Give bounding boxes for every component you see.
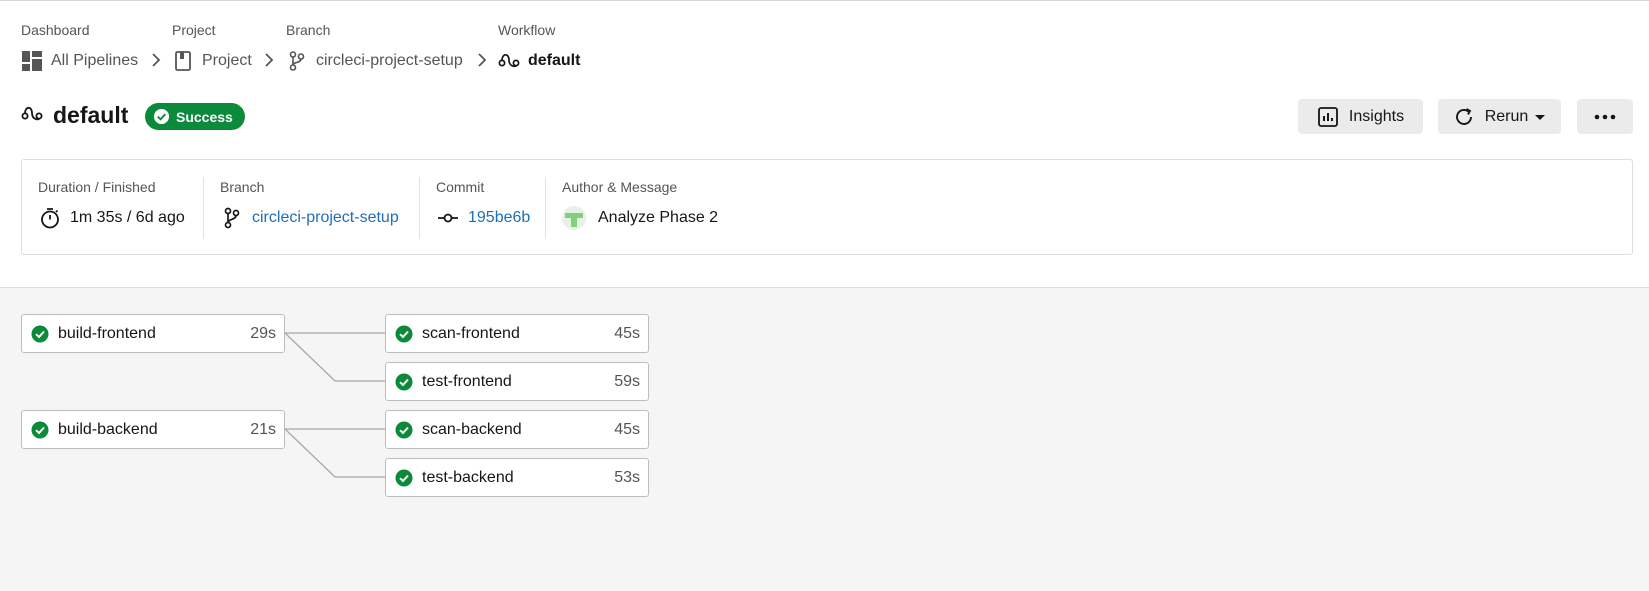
- crumb-project: Project: [172, 22, 216, 38]
- check-circle-icon: [395, 469, 413, 487]
- author-caption: Author & Message: [562, 179, 678, 195]
- dashboard-icon: [21, 50, 43, 72]
- job-card[interactable]: scan-backend 45s: [385, 410, 649, 449]
- workflow-icon: [21, 106, 43, 121]
- branch-caption: Branch: [220, 179, 265, 195]
- job-duration: 59s: [614, 372, 640, 390]
- chevron-right-icon: [265, 53, 274, 67]
- rerun-button[interactable]: Rerun: [1438, 99, 1561, 134]
- check-circle-icon: [395, 325, 413, 343]
- git-branch-icon: [220, 206, 244, 230]
- branch-link[interactable]: circleci-project-setup: [252, 209, 399, 227]
- divider: [419, 177, 420, 239]
- refresh-icon: [1453, 106, 1475, 128]
- git-branch-icon: [286, 50, 308, 72]
- crumb-link-all-pipelines[interactable]: All Pipelines: [21, 50, 138, 72]
- status-badge-label: Success: [176, 108, 233, 125]
- more-horizontal-icon: [1594, 114, 1616, 119]
- page-title: default: [53, 102, 129, 128]
- job-name: test-frontend: [422, 372, 512, 390]
- check-circle-icon: [395, 421, 413, 439]
- job-duration: 53s: [614, 468, 640, 486]
- commit-link[interactable]: 195be6b: [468, 209, 530, 227]
- branch-value-row: circleci-project-setup: [220, 206, 399, 230]
- commit-message: Analyze Phase 2: [598, 209, 719, 226]
- workflow-icon: [498, 50, 520, 72]
- crumb-dashboard: Dashboard: [21, 22, 90, 38]
- check-circle-icon: [395, 373, 413, 391]
- duration-caption: Duration / Finished: [38, 179, 156, 195]
- check-circle-icon: [31, 421, 49, 439]
- crumb-link-branch[interactable]: circleci-project-setup: [286, 50, 463, 72]
- check-circle-icon: [31, 325, 49, 343]
- job-card[interactable]: scan-frontend 45s: [385, 314, 649, 353]
- crumb-label-workflow: default: [528, 52, 581, 69]
- crumb-label-project: Project: [202, 52, 252, 69]
- rerun-button-label: Rerun: [1484, 107, 1529, 125]
- crumb-label-branch: circleci-project-setup: [316, 52, 463, 69]
- crumb-category-branch: Branch: [286, 22, 331, 38]
- workflow-info-card: Duration / Finished 1m 35s / 6d ago Bran…: [21, 159, 1633, 255]
- stopwatch-icon: [38, 206, 62, 230]
- job-duration: 29s: [250, 324, 276, 342]
- job-duration: 45s: [614, 420, 640, 438]
- project-book-icon: [172, 50, 194, 72]
- crumb-category-project: Project: [172, 22, 216, 38]
- insights-button-label: Insights: [1348, 107, 1405, 125]
- chevron-right-icon: [478, 53, 487, 67]
- job-card[interactable]: build-frontend 29s: [21, 314, 285, 353]
- divider: [203, 177, 204, 239]
- commit-caption: Commit: [436, 179, 485, 195]
- job-card[interactable]: test-backend 53s: [385, 458, 649, 497]
- avatar[interactable]: [562, 206, 586, 230]
- more-options-button[interactable]: [1577, 99, 1633, 134]
- job-name: scan-frontend: [422, 324, 520, 342]
- top-divider: [0, 0, 1649, 1]
- caret-down-icon: [1535, 114, 1546, 120]
- workflow-graph: build-frontend 29s scan-frontend 45s tes…: [0, 287, 1649, 591]
- job-card[interactable]: test-frontend 59s: [385, 362, 649, 401]
- crumb-category-dashboard: Dashboard: [21, 22, 90, 38]
- author-value-row: Analyze Phase 2: [562, 206, 718, 230]
- job-duration: 45s: [614, 324, 640, 342]
- job-name: scan-backend: [422, 420, 522, 438]
- job-card[interactable]: build-backend 21s: [21, 410, 285, 449]
- crumb-workflow: Workflow: [498, 22, 555, 38]
- job-name: build-backend: [58, 420, 158, 438]
- duration-value: 1m 35s / 6d ago: [70, 209, 185, 226]
- insights-button[interactable]: Insights: [1298, 99, 1423, 134]
- chevron-right-icon: [152, 53, 161, 67]
- git-commit-icon: [436, 206, 460, 230]
- divider: [545, 177, 546, 239]
- crumb-label-all-pipelines: All Pipelines: [51, 52, 139, 69]
- status-badge: Success: [145, 103, 245, 130]
- bar-chart-icon: [1317, 106, 1339, 128]
- crumb-category-workflow: Workflow: [498, 22, 556, 38]
- crumb-branch: Branch: [286, 22, 330, 38]
- job-name: test-backend: [422, 468, 514, 486]
- check-circle-icon: [153, 108, 170, 125]
- crumb-current-workflow: default: [498, 50, 580, 72]
- duration-value-row: 1m 35s / 6d ago: [38, 206, 185, 230]
- crumb-link-project[interactable]: Project: [172, 50, 252, 72]
- commit-value-row: 195be6b: [436, 206, 530, 230]
- job-duration: 21s: [250, 420, 276, 438]
- job-name: build-frontend: [58, 324, 156, 342]
